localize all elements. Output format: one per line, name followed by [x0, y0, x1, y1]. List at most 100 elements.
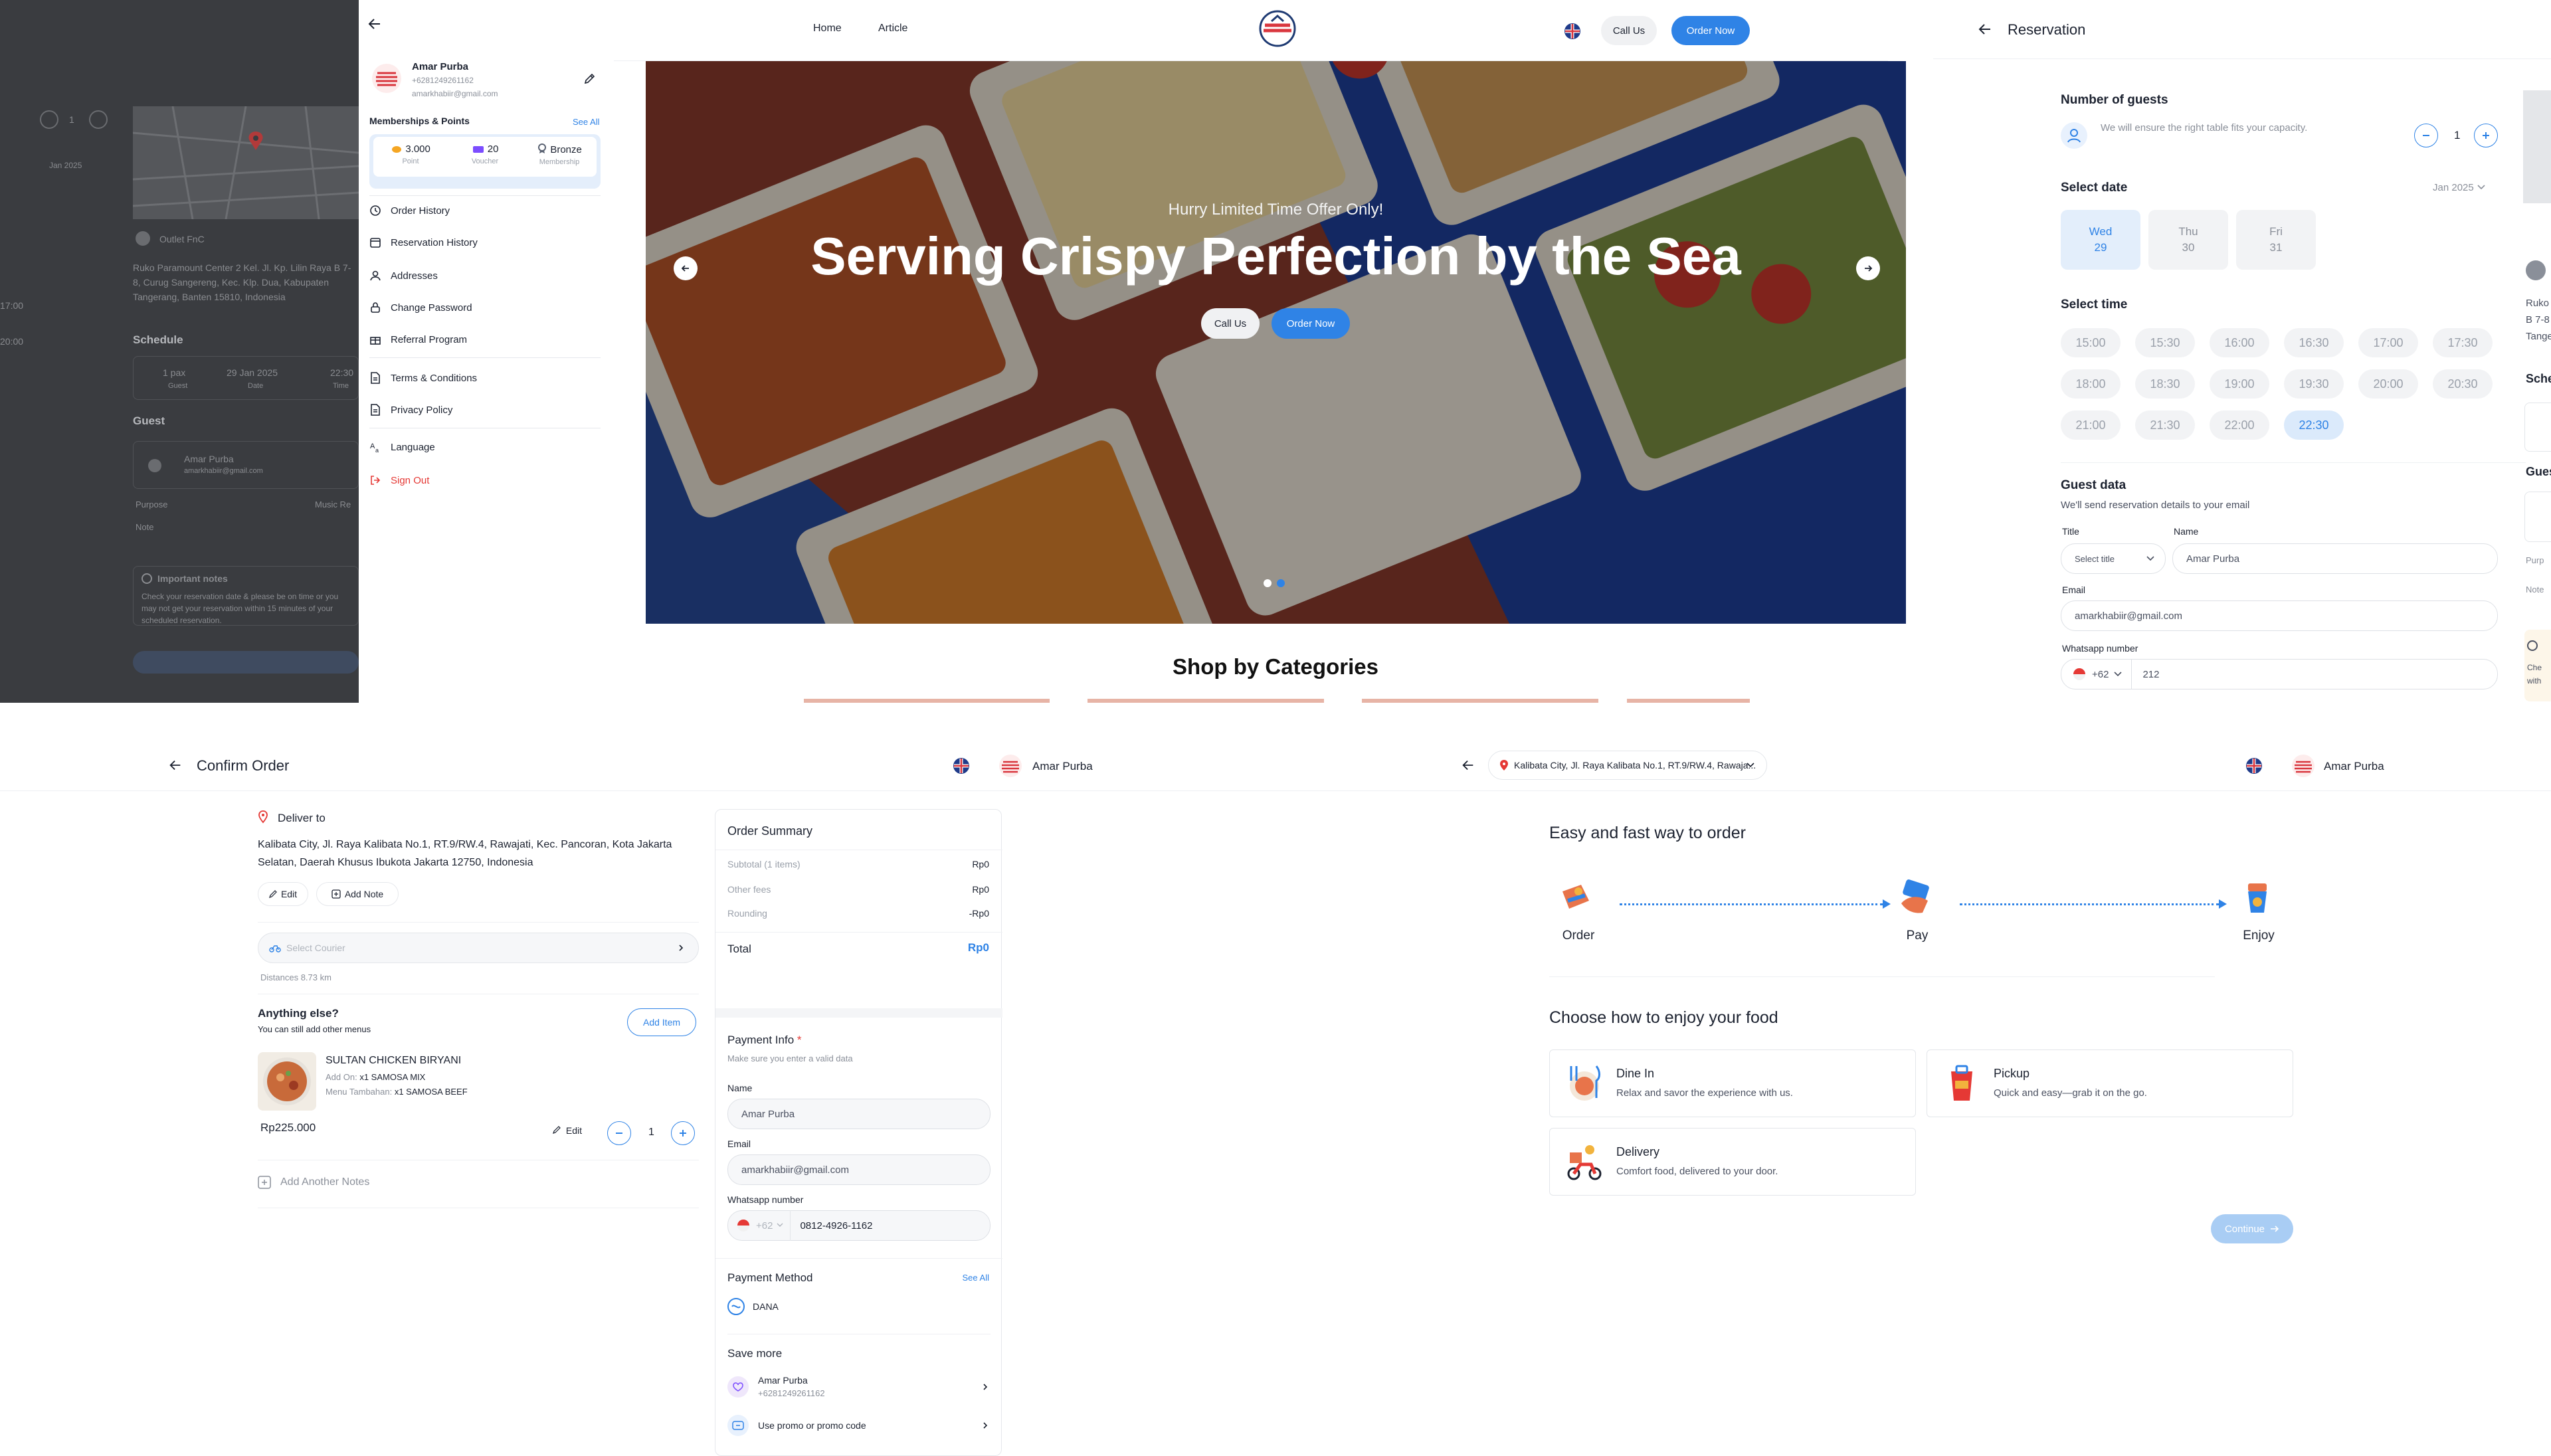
- time-slot-2130[interactable]: 21:30: [2135, 410, 2195, 440]
- brand-logo[interactable]: [1258, 9, 1297, 48]
- pi-name-input[interactable]: Amar Purba: [727, 1099, 991, 1129]
- time-slot-1500[interactable]: 15:00: [2061, 328, 2121, 357]
- menu-terms[interactable]: Terms & Conditions: [367, 367, 477, 389]
- order-now-button[interactable]: Order Now: [1671, 16, 1750, 45]
- payment-see-all[interactable]: See All: [963, 1273, 989, 1283]
- avatar[interactable]: [999, 755, 1022, 777]
- avatar[interactable]: [2292, 755, 2315, 777]
- member-row[interactable]: Amar Purba +6281249261162: [727, 1372, 991, 1403]
- hero-order-now-button[interactable]: Order Now: [1272, 308, 1350, 339]
- menu-language[interactable]: Aa Language: [367, 436, 435, 458]
- member-icon: [727, 1376, 749, 1398]
- date-card-31[interactable]: Fri 31: [2236, 210, 2316, 270]
- minus-button[interactable]: [40, 110, 58, 129]
- time-slot-1730[interactable]: 17:30: [2433, 328, 2493, 357]
- option-dine-in[interactable]: Dine In Relax and savor the experience w…: [1549, 1049, 1916, 1117]
- whatsapp-input[interactable]: +62 212: [2061, 659, 2498, 689]
- save-more-heading: Save more: [727, 1347, 783, 1360]
- whatsapp-value: 212: [2142, 668, 2160, 680]
- membership-card: 3.000 Point 20 Voucher Bronze Membership: [369, 134, 601, 189]
- pi-whatsapp-label: Whatsapp number: [727, 1194, 804, 1205]
- confirm-button[interactable]: [133, 651, 359, 674]
- pi-whatsapp-input[interactable]: +62 0812-4926-1162: [727, 1210, 991, 1241]
- time-slot-2200[interactable]: 22:00: [2210, 410, 2269, 440]
- qty-decrement-button[interactable]: [607, 1121, 631, 1145]
- time-slot-2030[interactable]: 20:30: [2433, 369, 2493, 399]
- schedule-time-label: Time: [333, 382, 349, 390]
- edit-address-button[interactable]: Edit: [258, 882, 308, 906]
- sign-out-button[interactable]: Sign Out: [367, 469, 429, 492]
- option-delivery[interactable]: Delivery Comfort food, delivered to your…: [1549, 1128, 1916, 1196]
- month-label: Jan 2025: [2433, 182, 2474, 193]
- menu-label: Privacy Policy: [391, 404, 453, 416]
- option-pickup[interactable]: Pickup Quick and easy—grab it on the go.: [1927, 1049, 2293, 1117]
- svg-text:a: a: [375, 447, 379, 453]
- time-slot-2000[interactable]: 20:00: [2358, 369, 2418, 399]
- guest-decrement-button[interactable]: [2414, 124, 2438, 147]
- email-input[interactable]: amarkhabiir@gmail.com: [2061, 600, 2498, 631]
- see-all-link[interactable]: See All: [573, 117, 599, 127]
- menu-order-history[interactable]: Order History: [367, 199, 450, 222]
- menu-change-password[interactable]: Change Password: [367, 296, 472, 319]
- select-courier-field[interactable]: Select Courier: [258, 933, 699, 963]
- add-another-notes[interactable]: Add Another Notes: [258, 1176, 369, 1189]
- uk-flag-icon[interactable]: [953, 757, 970, 774]
- time-slot-1800[interactable]: 18:00: [2061, 369, 2121, 399]
- carousel-dot-active[interactable]: [1277, 579, 1285, 587]
- date-card-29[interactable]: Wed 29: [2061, 210, 2140, 270]
- important-text: Check your reservation date & please be …: [142, 592, 339, 625]
- step-connector: [1620, 903, 1883, 905]
- stepper-value: 1: [69, 114, 74, 125]
- payment-method-dana[interactable]: DANA: [727, 1298, 779, 1315]
- menu-reservation-history[interactable]: Reservation History: [367, 231, 478, 254]
- date-card-30[interactable]: Thu 30: [2148, 210, 2228, 270]
- qty-increment-button[interactable]: [671, 1121, 695, 1145]
- menu-privacy-policy[interactable]: Privacy Policy: [367, 399, 452, 421]
- time-slot-1630[interactable]: 16:30: [2284, 328, 2344, 357]
- back-arrow-icon[interactable]: [1456, 753, 1480, 777]
- edit-item-button[interactable]: Edit: [553, 1125, 582, 1136]
- carousel-prev-button[interactable]: [674, 256, 698, 280]
- name-input[interactable]: Amar Purba: [2172, 543, 2498, 574]
- carousel-next-button[interactable]: [1856, 256, 1880, 280]
- points-stat[interactable]: 3.000 Point: [373, 143, 448, 165]
- month-selector[interactable]: Jan 2025: [2433, 182, 2486, 193]
- time-slot-1700[interactable]: 17:00: [2358, 328, 2418, 357]
- time-slot-1600[interactable]: 16:00: [2210, 328, 2269, 357]
- deliver-to-label: Deliver to: [278, 812, 326, 824]
- time-slot-2230[interactable]: 22:30: [2284, 410, 2344, 440]
- time-slot-1930[interactable]: 19:30: [2284, 369, 2344, 399]
- back-arrow-icon[interactable]: [163, 753, 187, 777]
- membership-stat[interactable]: Bronze Membership: [522, 143, 597, 166]
- edit-pencil-icon[interactable]: [581, 69, 599, 88]
- important-notes-cut: Che with: [2524, 630, 2551, 701]
- back-arrow-icon[interactable]: [361, 11, 388, 37]
- menu-addresses[interactable]: Addresses: [367, 264, 438, 287]
- menu-referral-program[interactable]: Referral Program: [367, 328, 467, 351]
- add-item-button[interactable]: Add Item: [627, 1008, 696, 1036]
- nav-article[interactable]: Article: [878, 23, 907, 35]
- guest-increment-button[interactable]: [2474, 124, 2498, 147]
- account-menu-panel: Amar Purba +6281249261162 amarkhabiir@gm…: [359, 0, 614, 703]
- time-slot-2100[interactable]: 21:00: [2061, 410, 2121, 440]
- uk-flag-icon[interactable]: [1564, 23, 1581, 40]
- time-slot-1830[interactable]: 18:30: [2135, 369, 2195, 399]
- continue-button[interactable]: Continue: [2211, 1214, 2293, 1243]
- plus-button[interactable]: [89, 110, 108, 129]
- time-slot-1900[interactable]: 19:00: [2210, 369, 2269, 399]
- carousel-dot[interactable]: [1264, 579, 1272, 587]
- call-us-button[interactable]: Call Us: [1601, 16, 1657, 45]
- uk-flag-icon[interactable]: [2245, 757, 2263, 774]
- voucher-stat[interactable]: 20 Voucher: [448, 143, 522, 165]
- addon-value: x1 SAMOSA MIX: [359, 1072, 426, 1082]
- nav-home[interactable]: Home: [813, 23, 842, 35]
- pi-email-input[interactable]: amarkhabiir@gmail.com: [727, 1154, 991, 1185]
- add-note-button[interactable]: Add Note: [316, 882, 399, 906]
- address-selector[interactable]: Kalibata City, Jl. Raya Kalibata No.1, R…: [1488, 751, 1767, 780]
- gift-icon: [367, 331, 384, 348]
- back-arrow-icon[interactable]: [1973, 17, 1997, 41]
- time-slot-1530[interactable]: 15:30: [2135, 328, 2195, 357]
- title-select[interactable]: Select title: [2061, 543, 2166, 574]
- promo-row[interactable]: Use promo or promo code: [727, 1412, 991, 1439]
- hero-call-us-button[interactable]: Call Us: [1201, 308, 1260, 339]
